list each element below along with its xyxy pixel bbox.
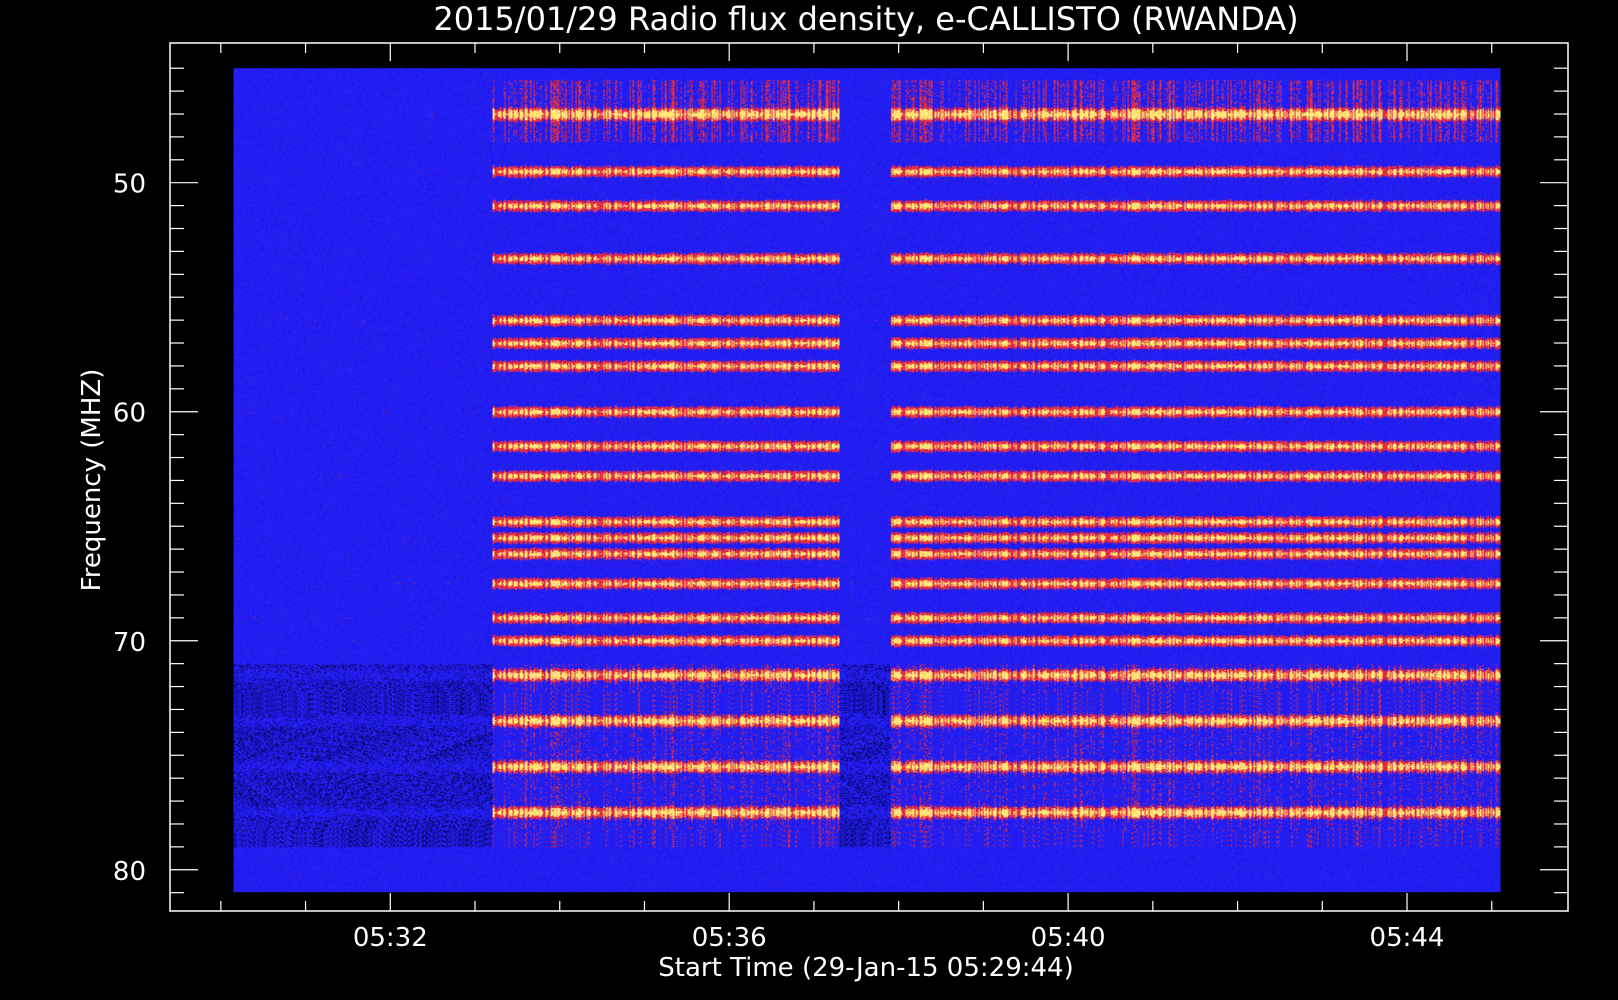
spectrogram-chart: 05:32 05:36 05:40 05:44 50 60 70 80 2015/01/29 … [77, 0, 1569, 983]
x-axis-label: Start Time (29-Jan-15 05:29:44) [658, 953, 1073, 983]
spectrogram-image [233, 68, 1501, 893]
y-tick-label: 50 [113, 170, 146, 200]
y-tick-label: 70 [113, 628, 146, 658]
x-tick-label: 05:40 [1031, 923, 1106, 953]
y-axis-label: Frequency (MHZ) [77, 369, 107, 592]
x-tick-label: 05:32 [353, 923, 428, 953]
y-tick-label: 60 [113, 399, 146, 429]
x-tick-label: 05:36 [692, 923, 767, 953]
chart-title: 2015/01/29 Radio flux density, e-CALLIST… [433, 0, 1298, 38]
spectrogram-data-layer [233, 68, 1501, 893]
y-tick-label: 80 [113, 857, 146, 887]
x-tick-label: 05:44 [1370, 923, 1445, 953]
